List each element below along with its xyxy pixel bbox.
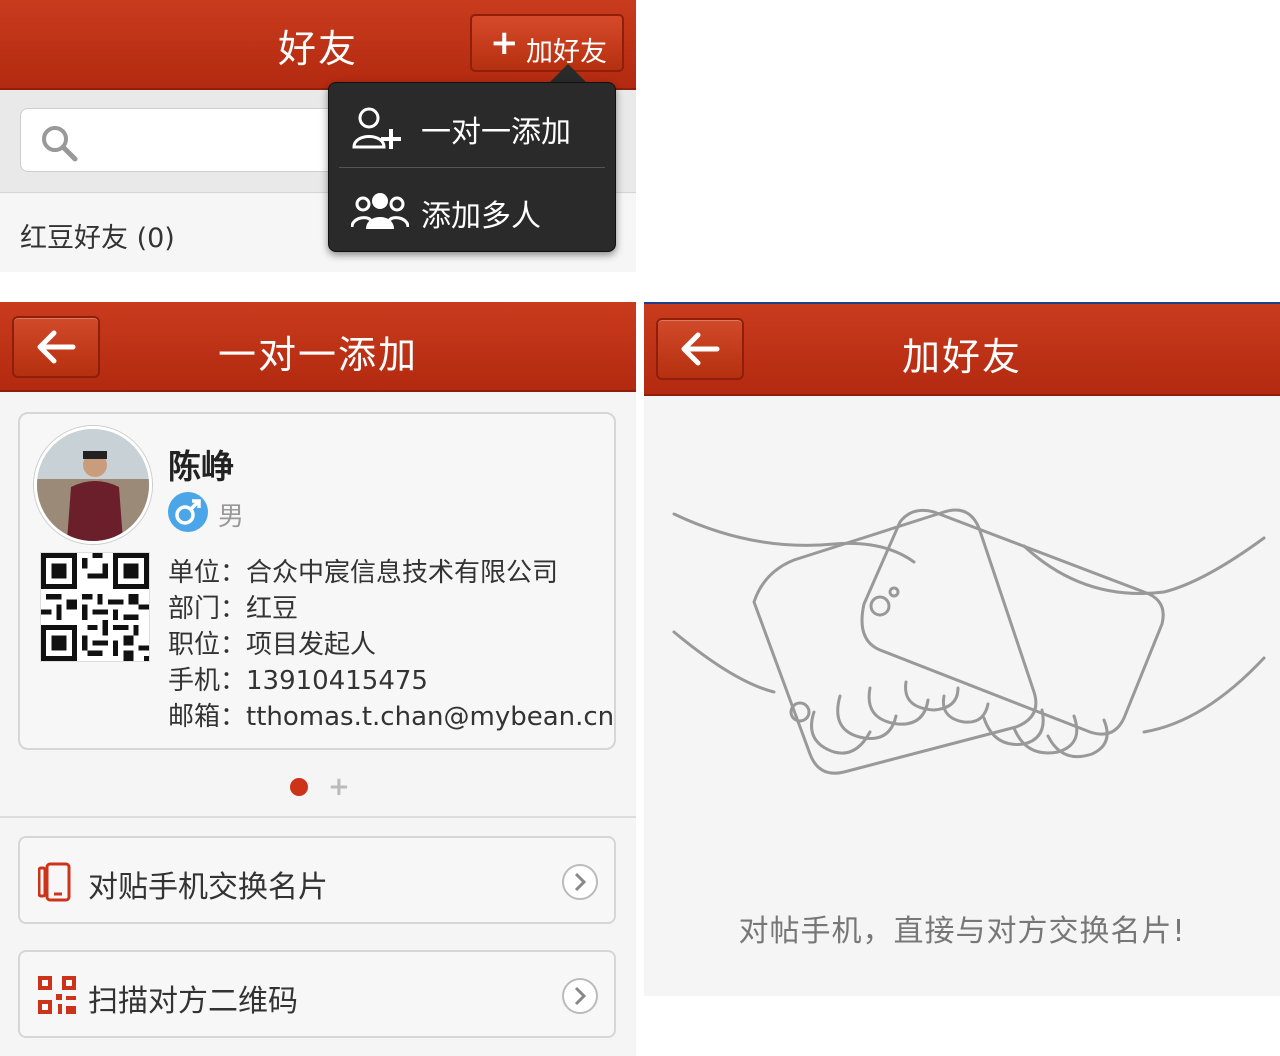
page-title: 加好友	[901, 335, 1022, 379]
menu-divider	[339, 167, 605, 168]
info-position: 职位：项目发起人	[168, 630, 377, 660]
info-department: 部门：红豆	[168, 594, 299, 624]
option-label: 扫描对方二维码	[88, 984, 298, 1019]
option-tap-phones[interactable]: 对贴手机交换名片	[18, 836, 616, 924]
info-email: 邮箱：tthomas.t.chan@mybean.cn	[168, 702, 615, 732]
gender-label: 男	[218, 502, 245, 532]
handshake-phones-illustration	[672, 508, 1266, 775]
add-menu-popup: 一对一添加 添加多人	[328, 82, 616, 252]
instruction-caption: 对帖手机，直接与对方交换名片!	[738, 914, 1186, 949]
add-user-icon	[352, 107, 401, 149]
search-icon	[42, 126, 78, 162]
option-label: 对贴手机交换名片	[88, 870, 328, 905]
add-friend-button[interactable]: + 加好友	[470, 14, 624, 72]
business-card: 陈峥 男 单位：合众中宸信息技术有限公司 部门：红豆 职位：项目发起人 手机：1…	[18, 412, 616, 750]
popup-arrow	[550, 64, 586, 82]
chevron-right-icon	[562, 978, 598, 1014]
option-scan-qr[interactable]: 扫描对方二维码	[18, 950, 616, 1038]
avatar	[34, 426, 152, 544]
group-icon	[351, 193, 409, 229]
friend-group-label: 红豆好友 (0)	[20, 223, 175, 254]
info-phone: 手机：13910415475	[168, 666, 428, 696]
male-icon	[168, 492, 208, 532]
menu-item-label: 添加多人	[421, 199, 541, 234]
contact-name: 陈峥	[168, 447, 234, 486]
add-friend-header: 加好友	[644, 302, 1280, 396]
chevron-right-icon	[562, 864, 598, 900]
qr-code	[40, 552, 150, 662]
menu-item-label: 一对一添加	[421, 115, 571, 150]
one-to-one-panel: 一对一添加 陈峥 男 单位：合众中宸信息技术有限公司 部门：红豆 职位：项目发起…	[0, 302, 636, 1056]
add-friend-panel: 加好友 对帖手机，直接与对方交换名片!	[644, 302, 1280, 996]
qr-code-icon	[38, 976, 76, 1014]
page-dot-active[interactable]	[290, 778, 308, 796]
divider	[0, 816, 636, 818]
page-title: 一对一添加	[217, 333, 418, 377]
plus-icon: +	[490, 23, 519, 63]
menu-item-one-to-one[interactable]: 一对一添加	[329, 87, 615, 167]
friends-panel: 好友 + 加好友 红豆好友 (0) 一对一添加 添加多人	[0, 0, 636, 272]
info-company: 单位：合众中宸信息技术有限公司	[168, 558, 559, 588]
page-add-plus[interactable]: +	[328, 772, 350, 802]
menu-item-add-many[interactable]: 添加多人	[329, 171, 615, 251]
one-to-one-header: 一对一添加	[0, 302, 636, 392]
phone-icon	[38, 862, 71, 902]
